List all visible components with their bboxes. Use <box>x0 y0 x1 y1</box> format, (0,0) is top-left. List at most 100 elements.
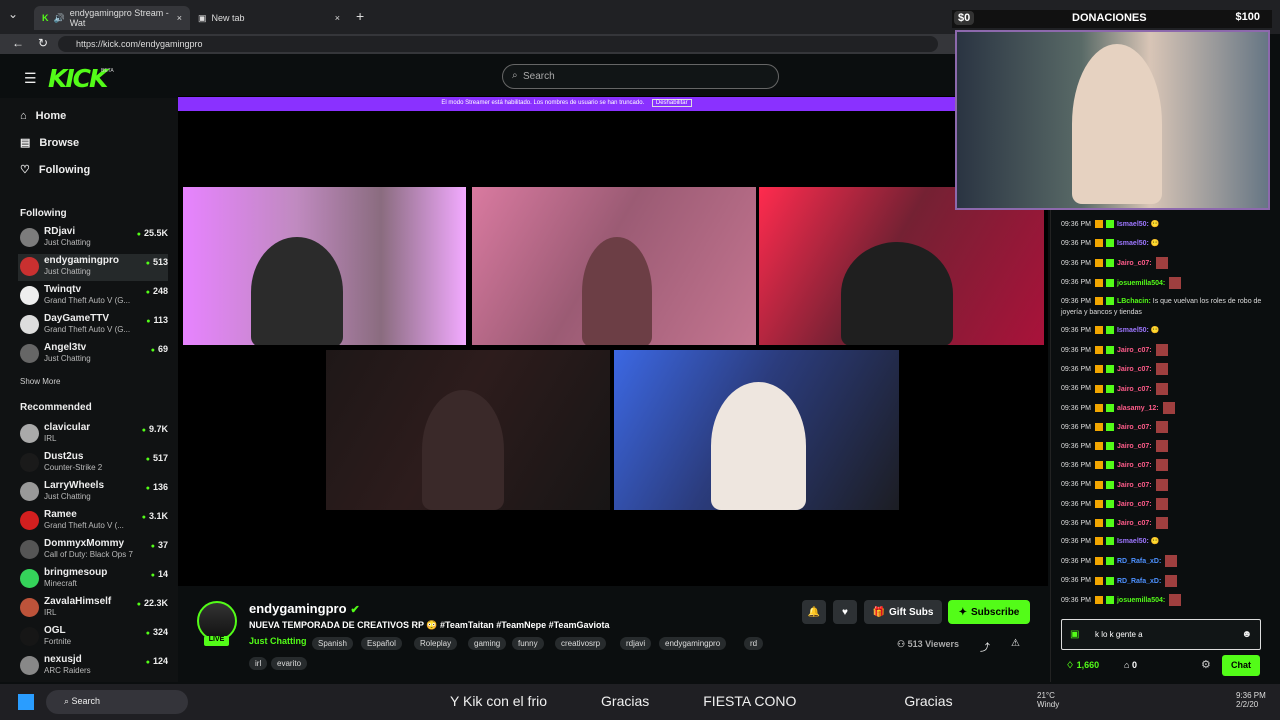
chat-timestamp: 09:36 PM <box>1061 462 1091 470</box>
chat-username[interactable]: LBchacin: <box>1117 298 1151 305</box>
crown-badge-icon <box>1094 557 1103 566</box>
sidebar-item-home[interactable]: ⌂ Home <box>20 110 66 122</box>
search-icon: ⌕ <box>64 696 72 706</box>
disable-streamer-mode-button[interactable]: Deshabilitar <box>651 99 692 107</box>
chat-username[interactable]: Jairo_c07: <box>1117 424 1152 431</box>
sidebar-item-following[interactable]: ♡ Following <box>20 163 90 176</box>
emote-icon <box>1155 440 1168 453</box>
recommended-channel[interactable]: nexusjdARC Raiders124 <box>18 653 168 680</box>
chat-text <box>1152 347 1154 354</box>
chat-message: 09:36 PM Ismael50: 😶 <box>1061 536 1266 547</box>
stash-display[interactable]: ⌂ 0 <box>1124 660 1137 670</box>
following-channel-active[interactable]: endygamingproJust Chatting513 <box>18 254 168 281</box>
reload-icon[interactable]: ↻ <box>38 36 48 50</box>
audio-icon: 🔊 <box>53 12 65 23</box>
stream-tag[interactable]: irl <box>249 657 268 670</box>
recommended-channel[interactable]: Dust2usCounter-Strike 2517 <box>18 450 168 477</box>
report-icon[interactable]: ⚠ <box>1011 638 1020 649</box>
chat-username[interactable]: Ismael50: <box>1117 221 1149 228</box>
stream-tag[interactable]: endygamingpro <box>659 637 727 650</box>
stream-tag[interactable]: gaming <box>468 637 507 650</box>
taskbar-search[interactable]: ⌕ Search <box>46 690 188 714</box>
chat-message-input[interactable]: ▣ k lo k gente a ☻ <box>1061 619 1261 650</box>
recommended-channel[interactable]: LarryWheelsJust Chatting136 <box>18 479 168 506</box>
emote-icon <box>1155 344 1168 357</box>
chat-username[interactable]: Jairo_c07: <box>1117 481 1152 488</box>
recommended-section-title: Recommended <box>20 402 92 413</box>
show-more-link[interactable]: Show More <box>20 377 60 386</box>
stream-tag[interactable]: Roleplay <box>414 637 458 650</box>
chat-username[interactable]: Ismael50: <box>1117 538 1149 545</box>
share-icon[interactable]: ⤴ <box>980 639 990 654</box>
windows-start-icon[interactable] <box>18 694 34 710</box>
chat-username[interactable]: Jairo_c07: <box>1117 366 1152 373</box>
recommended-channel[interactable]: bringmesoupMinecraft14 <box>18 566 168 593</box>
following-channel[interactable]: Angel3tvJust Chatting69 <box>18 341 168 368</box>
chat-timestamp: 09:36 PM <box>1061 279 1091 287</box>
subscriber-badge-icon <box>1105 442 1114 451</box>
stream-tag[interactable]: funny <box>512 637 544 650</box>
back-icon[interactable]: ← <box>12 36 24 50</box>
channel-name[interactable]: endygamingpro ✔ <box>249 601 360 616</box>
url-field[interactable]: https://kick.com/endygamingpro <box>58 36 938 52</box>
emoji-icon[interactable]: ☻ <box>1241 629 1252 640</box>
site-search-input[interactable]: ⌕ Search <box>502 64 779 89</box>
users-icon: ⚇ <box>897 639 908 649</box>
chat-message: 09:36 PM alasamy_12: <box>1061 401 1266 414</box>
following-channel[interactable]: TwinqtvGrand Theft Auto V (G...248 <box>18 283 168 310</box>
stream-tag[interactable]: evarito <box>271 657 308 670</box>
channel-avatar[interactable] <box>197 601 237 641</box>
recommended-channel[interactable]: clavicularIRL9.7K <box>18 421 168 448</box>
gift-subs-button[interactable]: 🎁 Gift Subs <box>864 600 942 624</box>
subscribe-button[interactable]: ✦ Subscribe <box>948 600 1030 624</box>
chat-username[interactable]: Jairo_c07: <box>1117 462 1152 469</box>
chat-username[interactable]: Jairo_c07: <box>1117 260 1152 267</box>
recommended-channel[interactable]: RameeGrand Theft Auto V (...3.1K <box>18 508 168 535</box>
tab-new[interactable]: ▣ New tab × <box>190 6 348 30</box>
close-icon[interactable]: × <box>335 13 340 23</box>
following-channel[interactable]: RDjaviJust Chatting25.5K <box>18 225 168 252</box>
chat-username[interactable]: Ismael50: <box>1117 327 1149 334</box>
recommended-channel[interactable]: DommyxMommyCall of Duty: Black Ops 737 <box>18 537 168 564</box>
recommended-channel[interactable]: OGLFortnite324 <box>18 624 168 651</box>
sidebar-item-browse[interactable]: ▤ Browse <box>20 136 79 149</box>
following-channel[interactable]: DayGameTTVGrand Theft Auto V (G...113 <box>18 312 168 339</box>
person-silhouette <box>1072 44 1162 204</box>
chat-username[interactable]: Ismael50: <box>1117 240 1149 247</box>
tab-kick[interactable]: K 🔊 endygamingpro Stream - Wat × <box>34 6 190 30</box>
stream-tag[interactable]: rdjavi <box>620 637 652 650</box>
send-chat-button[interactable]: Chat <box>1222 655 1260 676</box>
stream-tag[interactable]: creativosrp <box>555 637 607 650</box>
chat-message: 09:36 PM Jairo_c07: <box>1061 382 1266 395</box>
chat-username[interactable]: RD_Rafa_xD: <box>1117 577 1161 584</box>
new-tab-icon[interactable]: + <box>356 8 364 24</box>
emote-bar[interactable] <box>1061 600 1261 616</box>
chat-username[interactable]: Jairo_c07: <box>1117 520 1152 527</box>
chat-message: 09:36 PM RD_Rafa_xD: <box>1061 574 1266 587</box>
recommended-channel[interactable]: ZavalaHimselfIRL22.3K <box>18 595 168 622</box>
chat-text: 😶 <box>1148 221 1160 228</box>
notification-bell-button[interactable]: 🔔 <box>802 600 826 624</box>
chat-username[interactable]: Jairo_c07: <box>1117 385 1152 392</box>
points-display[interactable]: ♢ 1,660 <box>1066 660 1099 671</box>
stream-category[interactable]: Just Chatting <box>249 636 307 646</box>
emote-icon <box>1165 574 1178 587</box>
kick-logo[interactable]: KICK <box>48 64 108 93</box>
stream-tag[interactable]: Español <box>361 637 402 650</box>
chat-username[interactable]: josuemilla504: <box>1117 279 1165 286</box>
follow-button[interactable]: ♥ <box>833 600 857 624</box>
crown-badge-icon <box>1094 576 1103 585</box>
chat-username[interactable]: RD_Rafa_xD: <box>1117 558 1161 565</box>
chat-username[interactable]: Jairo_c07: <box>1117 501 1152 508</box>
stream-tag[interactable]: Spanish <box>312 637 353 650</box>
chat-timestamp: 09:36 PM <box>1061 240 1091 248</box>
chat-username[interactable]: Jairo_c07: <box>1117 347 1152 354</box>
menu-icon[interactable]: ☰ <box>24 70 37 87</box>
chat-settings-icon[interactable]: ⚙ <box>1201 658 1211 671</box>
stream-tag[interactable]: rd <box>744 637 764 650</box>
close-icon[interactable]: × <box>177 13 182 23</box>
chat-username[interactable]: alasamy_12: <box>1117 405 1159 412</box>
chat-username[interactable]: Jairo_c07: <box>1117 443 1152 450</box>
person-silhouette <box>711 382 806 510</box>
browser-menu-icon[interactable]: ⌄ <box>8 7 28 27</box>
